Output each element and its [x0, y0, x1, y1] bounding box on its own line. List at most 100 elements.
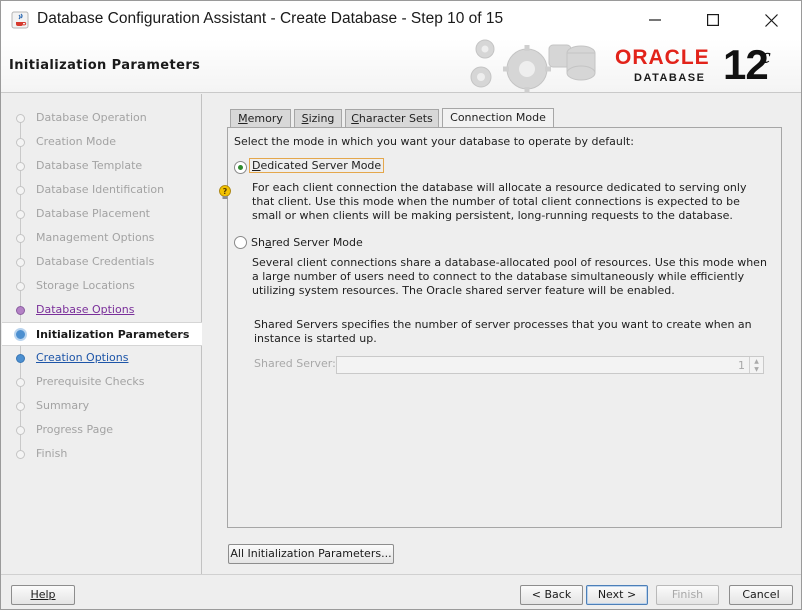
shared-mnemonic: a [264, 236, 272, 249]
step-summary: Summary [2, 394, 202, 418]
step-label: Database Credentials [36, 255, 155, 268]
step-indicator-icon [16, 210, 25, 219]
step-label: Database Placement [36, 207, 150, 220]
tab-character-sets[interactable]: Character Sets [345, 109, 439, 128]
step-label: Progress Page [36, 423, 114, 436]
shared-label-text: red Server Mode [271, 236, 363, 249]
step-indicator-icon [16, 186, 25, 195]
step-label: Finish [36, 447, 68, 460]
step-label: Database Identification [36, 183, 165, 196]
step-database-template: Database Template [2, 154, 202, 178]
shared-server-value: 1 [738, 359, 745, 372]
shared-server-spinner[interactable]: 1 ▲ ▼ [336, 356, 764, 374]
step-prerequisite-checks: Prerequisite Checks [2, 370, 202, 394]
shared-description: Several client connections share a datab… [252, 256, 767, 297]
step-indicator-icon [16, 162, 25, 171]
title-bar: Database Configuration Assistant - Creat… [1, 1, 801, 39]
step-indicator-icon [16, 234, 25, 243]
step-indicator-icon [16, 378, 25, 387]
step-label: Creation Options [36, 351, 129, 364]
tab-connection-mode-label: Connection Mode [450, 111, 546, 124]
back-button[interactable]: < Back [520, 585, 583, 605]
shared-server-field-label: Shared Server: [254, 357, 336, 370]
minimize-button[interactable] [627, 1, 683, 39]
dedicated-server-radio[interactable] [234, 161, 247, 174]
step-indicator-icon [16, 450, 25, 459]
minimize-icon [649, 19, 661, 21]
step-indicator-icon [16, 114, 25, 123]
step-creation-mode: Creation Mode [2, 130, 202, 154]
step-database-placement: Database Placement [2, 202, 202, 226]
step-label: Creation Mode [36, 135, 117, 148]
step-database-credentials: Database Credentials [2, 250, 202, 274]
shared-server-label[interactable]: Shared Server Mode [251, 236, 363, 249]
java-cup-icon [11, 11, 29, 29]
step-indicator-icon [16, 258, 25, 267]
maximize-button[interactable] [685, 1, 741, 39]
step-label: Prerequisite Checks [36, 375, 145, 388]
tab-memory[interactable]: Memory [230, 109, 291, 128]
step-label: Summary [36, 399, 90, 412]
step-management-options: Management Options [2, 226, 202, 250]
shared-label-prefix: Sh [251, 236, 265, 249]
dedicated-label-text: edicated Server Mode [260, 159, 382, 172]
step-database-options[interactable]: Database Options [2, 298, 202, 322]
step-database-operation: Database Operation [2, 106, 202, 130]
step-progress-page: Progress Page [2, 418, 202, 442]
tab-memory-label: emory [247, 112, 283, 125]
help-button-label: Help [30, 588, 56, 601]
next-button[interactable]: Next > [586, 585, 648, 605]
help-button[interactable]: Help [11, 585, 75, 605]
step-label: Management Options [36, 231, 155, 244]
step-indicator-icon [16, 354, 25, 363]
version-suffix: c [761, 43, 771, 68]
tab-character-sets-label: haracter Sets [358, 112, 433, 125]
spinner-buttons: ▲ ▼ [749, 357, 763, 373]
dbca-window: Database Configuration Assistant - Creat… [0, 0, 802, 610]
step-database-identification: Database Identification [2, 178, 202, 202]
oracle-logo: ORACLE [615, 46, 710, 69]
steps-panel: Database Operation Creation Mode Database … [2, 94, 202, 575]
tab-sizing-label: izing [308, 112, 335, 125]
close-button[interactable] [743, 1, 799, 39]
tab-memory-mnemonic: M [238, 112, 248, 125]
step-indicator-icon [16, 138, 25, 147]
step-indicator-icon [14, 328, 27, 341]
tab-connection-mode[interactable]: Connection Mode [442, 108, 554, 128]
shared-servers-note: Shared Servers specifies the number of s… [254, 318, 752, 345]
maximize-icon [707, 14, 719, 26]
step-label: Initialization Parameters [36, 328, 190, 341]
window-title: Database Configuration Assistant - Creat… [37, 10, 504, 27]
svg-text:?: ? [223, 187, 228, 196]
product-label: DATABASE [634, 72, 706, 84]
spin-down-icon[interactable]: ▼ [750, 365, 763, 373]
cancel-button[interactable]: Cancel [729, 585, 793, 605]
close-icon [764, 13, 778, 27]
finish-button[interactable]: Finish [656, 585, 719, 605]
lightbulb-hint-icon: ? [219, 185, 231, 199]
step-storage-locations: Storage Locations [2, 274, 202, 298]
step-finish: Finish [2, 442, 202, 466]
step-indicator-icon [16, 426, 25, 435]
tab-sizing[interactable]: Sizing [294, 109, 342, 128]
tab-character-sets-mnemonic: C [351, 112, 359, 125]
step-creation-options[interactable]: Creation Options [2, 346, 202, 370]
header-banner: Initialization Parameters ORACLE DATABAS… [1, 39, 801, 93]
shared-server-radio[interactable] [234, 236, 247, 249]
step-indicator-icon [16, 306, 25, 315]
all-init-params-button[interactable]: All Initialization Parameters... [228, 544, 394, 564]
step-label: Database Operation [36, 111, 147, 124]
footer-separator [1, 574, 801, 575]
step-initialization-parameters: Initialization Parameters [2, 322, 202, 346]
gears-decoration-icon [470, 39, 596, 93]
step-indicator-icon [16, 282, 25, 291]
step-indicator-icon [16, 402, 25, 411]
dedicated-description: For each client connection the database … [252, 181, 747, 222]
step-label: Database Template [36, 159, 143, 172]
page-title: Initialization Parameters [9, 58, 201, 73]
step-label: Storage Locations [36, 279, 135, 292]
spin-up-icon[interactable]: ▲ [750, 357, 763, 365]
intro-text: Select the mode in which you want your d… [234, 135, 634, 148]
dedicated-server-label[interactable]: Dedicated Server Mode [249, 158, 385, 173]
tab-sizing-mnemonic: S [301, 112, 309, 125]
